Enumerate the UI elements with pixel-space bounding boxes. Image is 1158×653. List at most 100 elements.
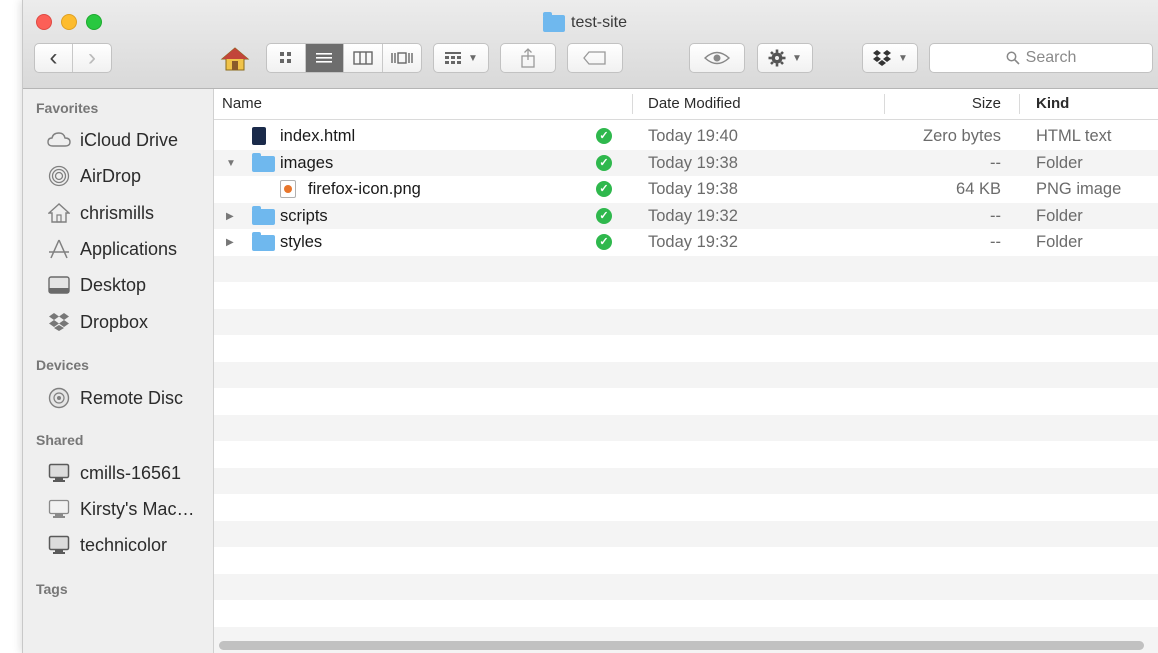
sidebar: Favorites iCloud Drive AirDrop chrismill… <box>23 89 214 653</box>
sidebar-item-kirstys-mac[interactable]: Kirsty's Mac… <box>47 496 194 522</box>
forward-button[interactable]: › <box>73 44 111 72</box>
computer-icon <box>47 499 71 519</box>
empty-row <box>214 255 1158 282</box>
file-date-modified: Today 19:32 <box>648 233 738 251</box>
arrange-icon <box>445 52 462 64</box>
sidebar-heading-devices: Devices <box>36 357 89 373</box>
back-arrow-icon: ‹ <box>49 44 58 71</box>
file-name: scripts <box>280 206 328 225</box>
chevron-down-icon: ▼ <box>468 52 478 64</box>
sidebar-item-cmills-16561[interactable]: cmills-16561 <box>47 460 181 486</box>
sidebar-item-remote-disc[interactable]: Remote Disc <box>47 385 183 411</box>
empty-row <box>214 600 1158 627</box>
disclosure-triangle-icon[interactable]: ▼ <box>226 151 236 177</box>
column-header-name[interactable]: Name <box>222 89 262 119</box>
sidebar-item-label: Kirsty's Mac… <box>80 498 195 519</box>
sidebar-item-label: Applications <box>80 238 178 259</box>
zoom-window-button[interactable] <box>86 14 102 30</box>
home-icon <box>220 47 250 71</box>
close-window-button[interactable] <box>36 14 52 30</box>
sidebar-item-icloud-drive[interactable]: iCloud Drive <box>47 127 178 153</box>
file-size: -- <box>990 233 1001 251</box>
empty-row <box>214 520 1158 547</box>
view-mode-control <box>266 43 422 73</box>
search-icon <box>1006 51 1020 65</box>
cover-flow-view-button[interactable] <box>383 44 421 72</box>
home-button[interactable] <box>220 46 250 72</box>
desktop-icon <box>47 275 71 295</box>
empty-row <box>214 414 1158 441</box>
file-row[interactable]: firefox-icon.png ✓ Today 19:38 64 KB PNG ima… <box>214 176 1158 203</box>
file-name: styles <box>280 233 323 251</box>
empty-row <box>214 547 1158 574</box>
chevron-down-icon: ▼ <box>898 52 908 64</box>
empty-row <box>214 361 1158 388</box>
arrange-button[interactable]: ▼ <box>433 43 489 73</box>
chevron-down-icon: ▼ <box>792 52 802 64</box>
file-row[interactable]: ▶ styles ✓ Today 19:32 -- Folder <box>214 229 1158 256</box>
sidebar-item-label: iCloud Drive <box>80 129 179 150</box>
folder-icon <box>252 152 275 172</box>
minimize-window-button[interactable] <box>61 14 77 30</box>
share-icon <box>521 48 535 68</box>
sidebar-item-label: Remote Disc <box>80 387 184 408</box>
sidebar-item-applications[interactable]: Applications <box>47 236 177 262</box>
file-row[interactable]: ▼ images ✓ Today 19:38 -- Folder <box>214 149 1158 177</box>
empty-row <box>214 573 1158 600</box>
icon-view-button[interactable] <box>267 44 306 72</box>
action-menu-button[interactable]: ▼ <box>757 43 813 73</box>
sidebar-item-label: AirDrop <box>80 165 142 186</box>
navigation-buttons: ‹ › <box>34 43 112 73</box>
disclosure-triangle-icon[interactable]: ▶ <box>226 204 234 230</box>
file-name: index.html <box>280 127 356 145</box>
file-date-modified: Today 19:38 <box>648 180 738 198</box>
file-row[interactable]: index.html ✓ Today 19:40 Zero bytes HTML tex… <box>214 123 1158 150</box>
sync-status-icon: ✓ <box>596 181 612 197</box>
file-date-modified: Today 19:38 <box>648 153 738 172</box>
empty-row <box>214 467 1158 494</box>
column-header-size[interactable]: Size <box>969 89 1001 119</box>
file-date-modified: Today 19:40 <box>648 127 738 145</box>
sidebar-item-dropbox[interactable]: Dropbox <box>47 309 148 335</box>
horizontal-scrollbar[interactable] <box>219 641 1144 650</box>
dropbox-menu-button[interactable]: ▼ <box>862 43 918 73</box>
quick-look-button[interactable] <box>689 43 745 73</box>
back-button[interactable]: ‹ <box>35 44 74 72</box>
applications-icon <box>47 239 71 259</box>
edit-tags-button[interactable] <box>567 43 623 73</box>
file-row[interactable]: ▶ scripts ✓ Today 19:32 -- Folder <box>214 202 1158 230</box>
list-view-button[interactable] <box>305 44 344 72</box>
sync-status-icon: ✓ <box>596 128 612 144</box>
home-icon <box>47 203 71 223</box>
empty-row <box>214 335 1158 362</box>
file-list: Name Date Modified Size Kind index.html ✓… <box>214 89 1158 653</box>
folder-icon <box>252 232 275 251</box>
column-header-row: Name Date Modified Size Kind <box>214 89 1158 120</box>
search-field[interactable]: Search <box>929 43 1153 73</box>
empty-row <box>214 282 1158 309</box>
sidebar-item-chrismills[interactable]: chrismills <box>47 200 154 226</box>
disclosure-triangle-icon[interactable]: ▶ <box>226 230 234 256</box>
sidebar-item-label: chrismills <box>80 202 154 223</box>
sidebar-heading-tags: Tags <box>36 581 68 597</box>
sidebar-item-airdrop[interactable]: AirDrop <box>47 163 141 189</box>
column-header-kind[interactable]: Kind <box>1036 89 1069 119</box>
file-size: -- <box>990 153 1001 172</box>
empty-row <box>214 494 1158 521</box>
column-header-date-modified[interactable]: Date Modified <box>648 89 741 119</box>
png-file-icon <box>280 180 296 198</box>
sync-status-icon: ✓ <box>596 154 612 171</box>
file-kind: Folder <box>1036 233 1083 251</box>
columns-icon <box>353 51 373 65</box>
sidebar-item-label: Dropbox <box>80 311 149 332</box>
cover-flow-icon <box>391 52 413 64</box>
window-title-text: test-site <box>571 14 628 31</box>
file-kind: Folder <box>1036 206 1083 225</box>
title-bar: test-site ‹ › ▼ ▼ ▼ Search <box>23 0 1158 89</box>
column-view-button[interactable] <box>344 44 383 72</box>
file-date-modified: Today 19:32 <box>648 206 738 225</box>
sidebar-item-technicolor[interactable]: technicolor <box>47 532 167 558</box>
share-button[interactable] <box>500 43 556 73</box>
sidebar-item-label: technicolor <box>80 534 168 555</box>
sidebar-item-desktop[interactable]: Desktop <box>47 272 146 298</box>
